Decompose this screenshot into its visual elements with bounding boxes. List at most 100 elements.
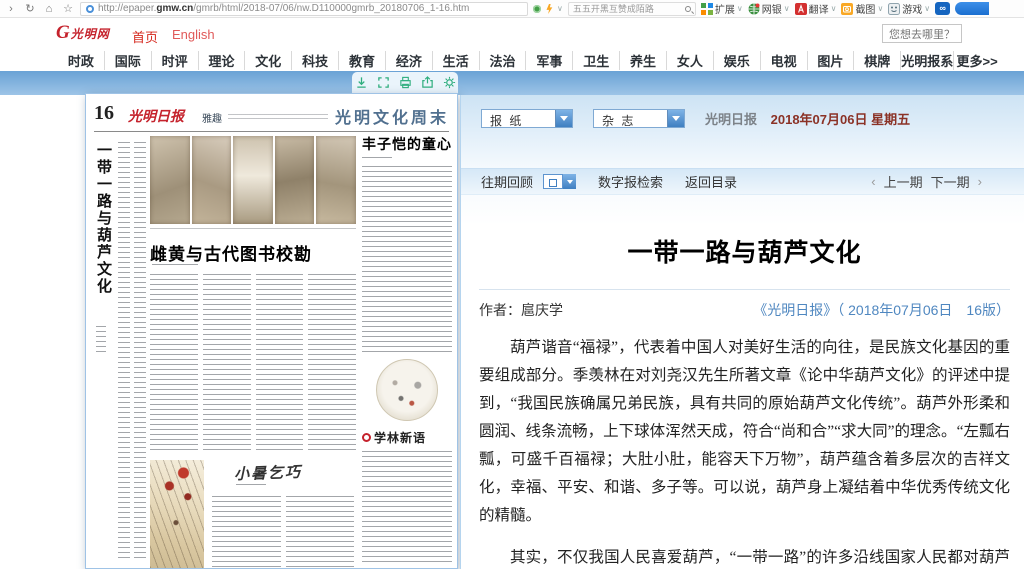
newspaper-vertical-author — [96, 326, 106, 352]
share-icon[interactable] — [421, 76, 434, 89]
site-safety-icon[interactable] — [533, 5, 541, 13]
url-text[interactable]: http://epaper.gmw.cn/gmrb/html/2018-07/0… — [98, 3, 469, 14]
site-search-input[interactable]: 您想去哪里？ — [882, 24, 962, 43]
nav-item[interactable]: 时政 — [58, 51, 104, 70]
home-link[interactable]: 首页 — [132, 27, 158, 46]
newspaper-select[interactable]: 报 纸 — [481, 109, 573, 128]
magazine-select[interactable]: 杂 志 — [593, 109, 685, 128]
dropdown-arrow-icon[interactable] — [555, 110, 572, 127]
site-icon — [86, 5, 94, 13]
nav-item-more[interactable]: 更多>> — [953, 51, 1000, 70]
nav-item[interactable]: 光明报系 — [900, 51, 953, 70]
newspaper-text-column — [362, 166, 452, 354]
english-link[interactable]: English — [172, 27, 215, 42]
print-icon[interactable] — [399, 76, 412, 89]
newspaper-flower-painting — [150, 460, 204, 568]
newspaper-headline-author — [236, 484, 266, 488]
date-picker-input[interactable] — [543, 174, 563, 189]
viewer-band — [0, 71, 1024, 95]
main-nav: 时政 国际 时评 理论 文化 科技 教育 经济 生活 法治 军事 卫生 养生 女… — [0, 49, 1024, 71]
chevron-down-icon[interactable]: ∨ — [784, 4, 790, 13]
newspaper-text-columns — [212, 496, 354, 568]
dropdown-arrow-icon[interactable] — [667, 110, 684, 127]
fullscreen-icon[interactable] — [377, 76, 390, 89]
gmw-logo-text: 光明网 — [71, 25, 110, 42]
browser-search-box[interactable]: 五五开黑互赞成陌路 — [568, 2, 696, 16]
extension-translate[interactable]: 翻译 ∨ — [795, 1, 837, 16]
refresh-icon[interactable]: ↻ — [23, 2, 37, 15]
nav-item[interactable]: 法治 — [479, 51, 526, 70]
article-paragraph: 其实，不仅我国人民喜爱葫芦，“一带一路”的许多沿线国家人民都对葫芦与葫芦文化有共… — [479, 544, 1010, 569]
browser-logo-icon[interactable]: ∞ — [935, 2, 950, 15]
forward-icon[interactable]: › — [4, 3, 18, 15]
chevron-down-icon[interactable]: ∨ — [737, 4, 743, 13]
nav-item[interactable]: 国际 — [104, 51, 151, 70]
nav-item[interactable]: 卫生 — [572, 51, 619, 70]
nav-item[interactable]: 时评 — [151, 51, 198, 70]
date-picker-dropdown[interactable] — [563, 174, 576, 189]
back-issues-link[interactable]: 往期回顾 — [481, 172, 533, 191]
chevron-down-icon[interactable]: ∨ — [877, 4, 883, 13]
bookmark-star-icon[interactable]: ☆ — [61, 2, 75, 15]
download-icon[interactable] — [355, 76, 368, 89]
nav-item[interactable]: 理论 — [198, 51, 245, 70]
newspaper-vertical-headline[interactable]: 一带一路与葫芦文化 — [92, 142, 114, 320]
nav-item[interactable]: 科技 — [291, 51, 338, 70]
date-picker[interactable] — [543, 174, 576, 189]
next-arrow-icon[interactable]: › — [978, 174, 982, 189]
nav-item[interactable]: 女人 — [666, 51, 713, 70]
nav-item[interactable]: 军事 — [525, 51, 572, 70]
newspaper-headline-bottom[interactable]: 小暑乞巧 — [234, 461, 303, 484]
home-icon[interactable]: ⌂ — [42, 3, 56, 15]
address-bar[interactable]: http://epaper.gmw.cn/gmrb/html/2018-07/0… — [80, 2, 528, 16]
newspaper-page-image[interactable]: 16 光明日报 雅趣 光明文化周末 一带一路与葫芦文化 雌黄与古代图书校勘 丰子… — [85, 93, 458, 569]
nav-item[interactable]: 电视 — [760, 51, 807, 70]
prev-arrow-icon[interactable]: ‹ — [871, 174, 875, 189]
addressbar-actions: ∨ — [533, 3, 563, 15]
speed-bolt-icon[interactable] — [544, 3, 554, 15]
chevron-down-icon[interactable]: ∨ — [831, 4, 837, 13]
prev-issue-link[interactable]: 上一期 — [884, 172, 923, 191]
extension-screenshot[interactable]: 截图 ∨ — [841, 1, 883, 16]
extension-grid[interactable]: 扩展 ∨ — [701, 1, 743, 16]
extension-bank[interactable]: 网银 ∨ — [748, 1, 790, 16]
nav-item[interactable]: 文化 — [244, 51, 291, 70]
back-to-toc-link[interactable]: 返回目录 — [685, 172, 737, 191]
newspaper-column-title[interactable]: 学林新语 — [374, 429, 426, 446]
nav-item[interactable]: 教育 — [338, 51, 385, 70]
newspaper-text-columns — [118, 142, 146, 558]
source-link[interactable]: 《光明日报》（ 2018年07月06日 16版） — [753, 300, 1010, 320]
browser-toolbar: › ↻ ⌂ ☆ http://epaper.gmw.cn/gmrb/html/2… — [0, 0, 1024, 18]
nav-item[interactable]: 生活 — [432, 51, 479, 70]
bank-globe-icon — [748, 3, 760, 15]
newspaper-headline-right[interactable]: 丰子恺的童心 — [362, 134, 452, 154]
extension-label[interactable]: 截图 — [855, 1, 875, 16]
games-icon — [888, 3, 900, 15]
digital-search-link[interactable]: 数字报检索 — [598, 172, 663, 191]
toolbar-links-row: 往期回顾 数字报检索 返回目录 ‹ 上一期 下一期 › — [461, 168, 1024, 195]
newspaper-masthead: 光明日报 — [128, 106, 184, 126]
browser-mode-badge[interactable] — [955, 2, 989, 15]
article-title: 一带一路与葫芦文化 — [479, 233, 1010, 269]
gmw-logo-g: G — [56, 22, 70, 44]
nav-item[interactable]: 图片 — [807, 51, 854, 70]
next-issue-link[interactable]: 下一期 — [931, 172, 970, 191]
gmw-logo[interactable]: G 光明网 — [56, 22, 110, 44]
search-icon[interactable] — [685, 6, 691, 12]
extension-label[interactable]: 网银 — [762, 1, 782, 16]
browser-search-text[interactable]: 五五开黑互赞成陌路 — [573, 2, 685, 15]
extension-label[interactable]: 游戏 — [902, 1, 922, 16]
settings-icon[interactable] — [443, 76, 456, 89]
chevron-down-icon[interactable]: ∨ — [924, 4, 930, 13]
nav-item[interactable]: 娱乐 — [713, 51, 760, 70]
extension-games[interactable]: 游戏 ∨ — [888, 1, 930, 16]
extension-label[interactable]: 翻译 — [809, 1, 829, 16]
article-paragraph: 葫芦谐音“福禄”，代表着中国人对美好生活的向往，是民族文化基因的重要组成部分。季… — [479, 334, 1010, 530]
extension-label[interactable]: 扩展 — [715, 1, 735, 16]
nav-item[interactable]: 经济 — [385, 51, 432, 70]
nav-item[interactable]: 养生 — [619, 51, 666, 70]
nav-item[interactable]: 棋牌 — [853, 51, 900, 70]
newspaper-headline-center[interactable]: 雌黄与古代图书校勘 — [150, 240, 312, 265]
chevron-down-icon[interactable]: ∨ — [557, 4, 563, 13]
article: 一带一路与葫芦文化 作者： 扈庆学 《光明日报》（ 2018年07月06日 16… — [479, 207, 1010, 569]
